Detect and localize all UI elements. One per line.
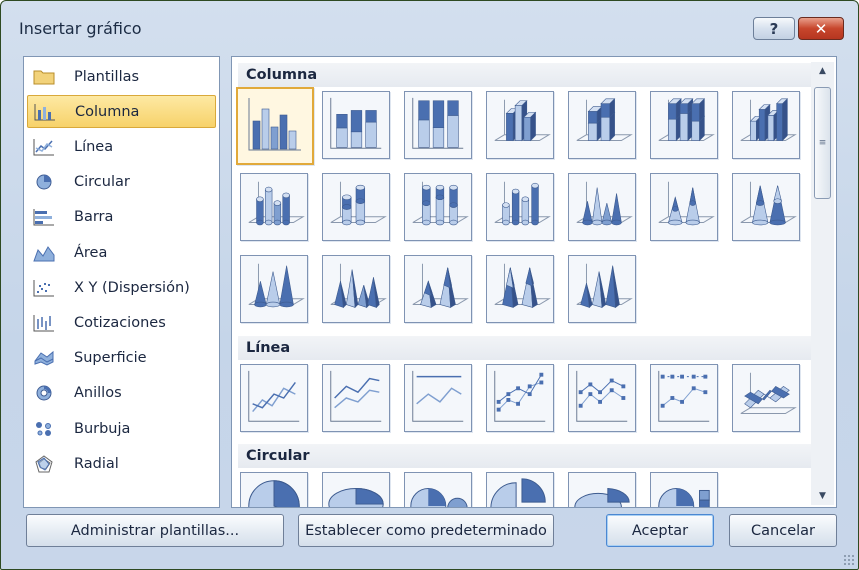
- ok-button[interactable]: Aceptar: [606, 514, 714, 547]
- scrollbar-thumb[interactable]: ≡: [814, 87, 831, 199]
- chart-thumb-3d-line[interactable]: [732, 364, 800, 432]
- scroll-down-arrow-icon[interactable]: ▼: [811, 487, 834, 505]
- column-chart-icon: [34, 103, 56, 121]
- category-item-0[interactable]: Plantillas: [27, 60, 216, 93]
- chart-thumb-pie[interactable]: [240, 472, 308, 507]
- pie-chart-icon: [33, 173, 55, 191]
- chart-thumb-clustered-cone[interactable]: [568, 173, 636, 241]
- resize-grip[interactable]: [843, 554, 855, 566]
- chart-thumb-100-stacked-cone[interactable]: [732, 173, 800, 241]
- chart-thumb-clustered-pyramid[interactable]: [322, 255, 390, 323]
- manage-templates-button[interactable]: Administrar plantillas...: [26, 514, 284, 547]
- section-header-2: Circular: [238, 444, 812, 468]
- chart-thumb-3d-cone[interactable]: [240, 255, 308, 323]
- category-item-3[interactable]: Circular: [27, 166, 216, 199]
- chart-thumb-3d-clustered-column[interactable]: [486, 91, 554, 159]
- category-label: Plantillas: [74, 68, 140, 85]
- chart-thumb-3d-stacked-column[interactable]: [568, 91, 636, 159]
- category-item-8[interactable]: Superficie: [27, 342, 216, 375]
- category-label: X Y (Dispersión): [74, 279, 190, 296]
- chart-thumb-100-stacked-line[interactable]: [404, 364, 472, 432]
- chart-thumb-clustered-column[interactable]: [236, 87, 314, 165]
- category-label: Línea: [74, 138, 114, 155]
- section-header-0: Columna: [238, 63, 812, 87]
- chart-thumb-stacked-line[interactable]: [322, 364, 390, 432]
- chart-thumb-line-markers[interactable]: [486, 364, 554, 432]
- help-button[interactable]: ?: [753, 17, 795, 40]
- chart-thumb-exploded-pie[interactable]: [486, 472, 554, 507]
- category-item-7[interactable]: Cotizaciones: [27, 306, 216, 339]
- category-item-2[interactable]: Línea: [27, 130, 216, 163]
- line-chart-icon: [33, 138, 55, 156]
- bar-chart-icon: [33, 208, 55, 226]
- area-chart-icon: [33, 244, 55, 262]
- scatter-chart-icon: [33, 279, 55, 297]
- section-header-1: Línea: [238, 336, 812, 360]
- doughnut-chart-icon: [33, 384, 55, 402]
- category-item-6[interactable]: X Y (Dispersión): [27, 271, 216, 304]
- category-label: Circular: [74, 174, 130, 191]
- chart-thumb-3d-cylinder[interactable]: [486, 173, 554, 241]
- insert-chart-dialog: Insertar gráfico ? ✕ Plantillas Columna Lí…: [0, 0, 859, 570]
- gallery-scrollbar[interactable]: ▲ ≡ ▼: [811, 62, 834, 505]
- category-label: Área: [74, 244, 108, 261]
- category-label: Superficie: [74, 350, 147, 367]
- category-item-9[interactable]: Anillos: [27, 377, 216, 410]
- chart-thumb-3d-exploded-pie[interactable]: [568, 472, 636, 507]
- chart-thumb-3d-pyramid[interactable]: [568, 255, 636, 323]
- category-item-5[interactable]: Área: [27, 236, 216, 269]
- chart-thumb-stacked-pyramid[interactable]: [404, 255, 472, 323]
- chart-thumb-pie-of-pie[interactable]: [404, 472, 472, 507]
- category-label: Barra: [74, 209, 114, 226]
- chart-thumb-stacked-line-markers[interactable]: [568, 364, 636, 432]
- stock-chart-icon: [33, 314, 55, 332]
- chart-thumb-bar-of-pie[interactable]: [650, 472, 718, 507]
- category-item-11[interactable]: Radial: [27, 447, 216, 480]
- chart-thumb-100-stacked-line-markers[interactable]: [650, 364, 718, 432]
- chart-thumb-100-stacked-cylinder[interactable]: [404, 173, 472, 241]
- cancel-button[interactable]: Cancelar: [729, 514, 837, 547]
- chart-thumb-3d-column[interactable]: [732, 91, 800, 159]
- chart-thumb-100-stacked-pyramid[interactable]: [486, 255, 554, 323]
- category-label: Radial: [74, 455, 119, 472]
- category-item-4[interactable]: Barra: [27, 201, 216, 234]
- chart-category-list: Plantillas Columna Línea Circular Barra Área X…: [23, 56, 220, 508]
- category-label: Anillos: [74, 385, 122, 402]
- category-label: Cotizaciones: [74, 314, 166, 331]
- radar-chart-icon: [33, 455, 55, 473]
- dialog-title: Insertar gráfico: [19, 19, 142, 38]
- surface-chart-icon: [33, 349, 55, 367]
- chart-thumb-stacked-column[interactable]: [322, 91, 390, 159]
- chart-thumb-100-stacked-column[interactable]: [404, 91, 472, 159]
- category-item-1[interactable]: Columna: [27, 95, 216, 129]
- category-label: Burbuja: [74, 420, 131, 437]
- category-label: Columna: [75, 103, 140, 120]
- scroll-up-arrow-icon[interactable]: ▲: [811, 62, 834, 80]
- bubble-chart-icon: [33, 420, 55, 438]
- chart-subtype-gallery: Columna Línea Circular: [231, 56, 837, 508]
- category-item-10[interactable]: Burbuja: [27, 412, 216, 445]
- chart-thumb-stacked-cylinder[interactable]: [322, 173, 390, 241]
- set-default-button[interactable]: Establecer como predeterminado: [298, 514, 554, 547]
- close-button[interactable]: ✕: [798, 17, 844, 40]
- chart-thumb-clustered-cylinder[interactable]: [240, 173, 308, 241]
- folder-icon: [33, 68, 55, 86]
- chart-thumb-3d-pie[interactable]: [322, 472, 390, 507]
- chart-thumb-stacked-cone[interactable]: [650, 173, 718, 241]
- chart-thumb-3d-100-stacked-column[interactable]: [650, 91, 718, 159]
- chart-thumb-line[interactable]: [240, 364, 308, 432]
